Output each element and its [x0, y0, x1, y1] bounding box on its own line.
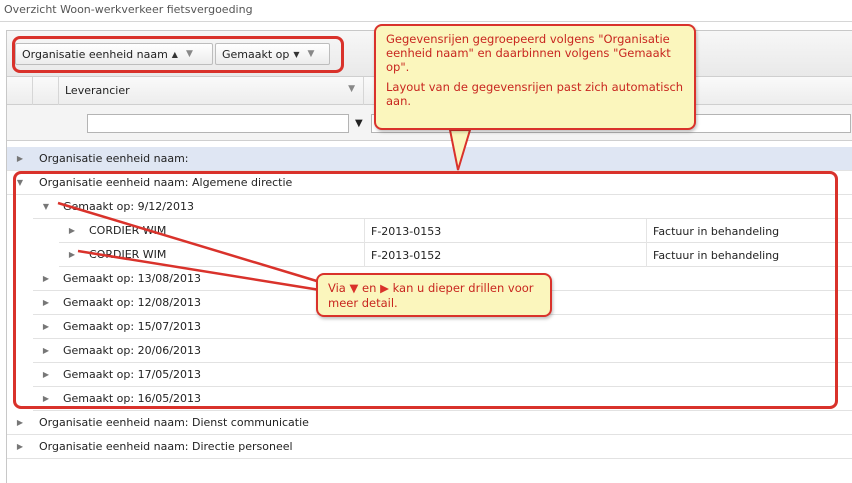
- subgroup-row-label: Gemaakt op: 16/05/2013: [63, 392, 201, 405]
- column-header-leverancier[interactable]: Leverancier ▼: [59, 77, 364, 105]
- status-cell: Factuur in behandeling: [646, 243, 852, 267]
- group-row[interactable]: ▶ Organisatie eenheid naam: Dienst commu…: [7, 411, 852, 435]
- expand-right-icon[interactable]: ▶: [39, 370, 53, 379]
- filter-icon[interactable]: ▼: [348, 84, 355, 94]
- expand-right-icon[interactable]: ▶: [39, 274, 53, 283]
- subgroup-row[interactable]: ▶ Gemaakt op: 15/07/2013: [33, 315, 852, 339]
- subgroup-row-label: Gemaakt op: 15/07/2013: [63, 320, 201, 333]
- column-spacer: [33, 77, 59, 105]
- expand-right-icon[interactable]: ▶: [39, 346, 53, 355]
- subgroup-row-label: Gemaakt op: 13/08/2013: [63, 272, 201, 285]
- expand-right-icon[interactable]: ▶: [65, 226, 79, 235]
- callout-text-2: Layout van de gegevensrijen past zich au…: [386, 80, 684, 108]
- callout-drilldown: Via ▼ en ▶ kan u dieper drillen voor mee…: [316, 273, 552, 317]
- group-row-label: Organisatie eenheid naam: Algemene direc…: [39, 176, 293, 189]
- subgroup-row[interactable]: ▼ Gemaakt op: 9/12/2013: [33, 195, 852, 219]
- table-row[interactable]: ▶ CORDIER WIM F-2013-0152 Factuur in beh…: [59, 243, 852, 267]
- group-row[interactable]: ▼ Organisatie eenheid naam: Algemene dir…: [7, 171, 852, 195]
- expand-right-icon[interactable]: ▶: [39, 322, 53, 331]
- expand-right-icon[interactable]: ▶: [13, 418, 27, 427]
- expand-right-icon[interactable]: ▶: [39, 394, 53, 403]
- expand-right-icon[interactable]: ▶: [65, 250, 79, 259]
- subgroup-row-label: Gemaakt op: 17/05/2013: [63, 368, 201, 381]
- group-row[interactable]: ▶ Organisatie eenheid naam: Directie per…: [7, 435, 852, 459]
- leverancier-cell: CORDIER WIM: [89, 248, 167, 261]
- filter-icon[interactable]: ▼: [308, 49, 315, 59]
- callout-text-1: Gegevensrijen gegroepeerd volgens "Organ…: [386, 32, 671, 74]
- group-button-label: Gemaakt op: [222, 47, 290, 61]
- expand-right-icon[interactable]: ▶: [39, 298, 53, 307]
- leverancier-filter-input[interactable]: [87, 114, 349, 133]
- group-row-label: Organisatie eenheid naam: Directie perso…: [39, 440, 293, 453]
- group-row-label: Organisatie eenheid naam: Dienst communi…: [39, 416, 309, 429]
- subgroup-row[interactable]: ▶ Gemaakt op: 17/05/2013: [33, 363, 852, 387]
- group-row[interactable]: ▶ Organisatie eenheid naam:: [7, 147, 852, 171]
- subgroup-row[interactable]: ▶ Gemaakt op: 20/06/2013: [33, 339, 852, 363]
- group-button-organisatie[interactable]: Organisatie eenheid naam ▲ ▼: [15, 43, 213, 65]
- status-cell: Factuur in behandeling: [646, 219, 852, 243]
- group-row-label: Organisatie eenheid naam:: [39, 152, 189, 165]
- callout-grouping: Gegevensrijen gegroepeerd volgens "Organ…: [374, 24, 696, 130]
- leverancier-cell: CORDIER WIM: [89, 224, 167, 237]
- callout-text: Via: [328, 281, 350, 295]
- callout-text: en: [358, 281, 381, 295]
- sort-desc-icon: ▼: [293, 49, 300, 59]
- window-title: Overzicht Woon-werkverkeer fietsvergoedi…: [0, 0, 852, 22]
- subgroup-row[interactable]: ▶ Gemaakt op: 16/05/2013: [33, 387, 852, 411]
- sort-asc-icon: ▲: [171, 49, 178, 59]
- filter-icon[interactable]: ▼: [186, 49, 193, 59]
- column-header-label: Leverancier: [65, 84, 130, 97]
- table-row[interactable]: ▶ CORDIER WIM F-2013-0153 Factuur in beh…: [59, 219, 852, 243]
- group-button-label: Organisatie eenheid naam: [22, 47, 168, 61]
- column-spacer: [7, 77, 33, 105]
- filter-icon[interactable]: ▼: [355, 118, 363, 129]
- subgroup-row-label: Gemaakt op: 12/08/2013: [63, 296, 201, 309]
- ref-cell: F-2013-0152: [364, 243, 646, 267]
- group-button-gemaakt-op[interactable]: Gemaakt op ▼ ▼: [215, 43, 330, 65]
- expand-right-icon[interactable]: ▶: [13, 442, 27, 451]
- subgroup-row-label: Gemaakt op: 9/12/2013: [63, 200, 194, 213]
- expand-right-icon[interactable]: ▶: [13, 154, 27, 163]
- collapse-down-icon[interactable]: ▼: [39, 202, 53, 211]
- subgroup-row-label: Gemaakt op: 20/06/2013: [63, 344, 201, 357]
- ref-cell: F-2013-0153: [364, 219, 646, 243]
- collapse-down-icon[interactable]: ▼: [13, 178, 27, 187]
- expand-right-icon: ▶: [380, 281, 389, 295]
